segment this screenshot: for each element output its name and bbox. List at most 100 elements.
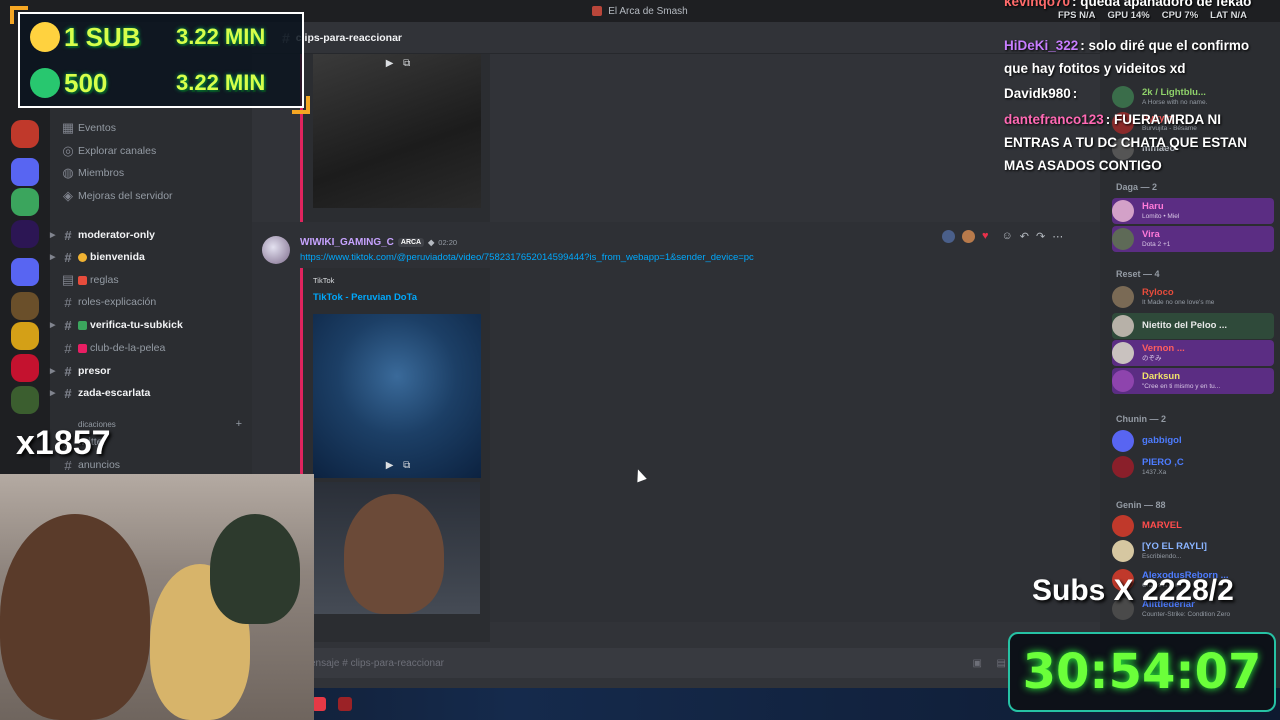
sub-time: 3.22 MIN [176, 70, 266, 95]
server-icon[interactable] [11, 120, 39, 148]
gift-icon[interactable]: ▣ [973, 658, 982, 669]
channel-item-reglas[interactable]: ▤ reglas [58, 270, 244, 290]
channel-item-presor[interactable]: ▶ # presor [50, 361, 244, 381]
channel-item-eventos[interactable]: ▦ Eventos [58, 118, 244, 138]
reaction-icon[interactable] [962, 229, 975, 243]
member-item[interactable]: Darksun "Cree en ti mismo y en tu... [1112, 368, 1274, 394]
member-item[interactable]: MARVEL [1112, 513, 1274, 539]
sub-count: 1 SUB [64, 21, 141, 52]
gaming-chair [210, 514, 300, 624]
heart-server-icon[interactable] [11, 354, 39, 382]
avatar [1112, 456, 1134, 478]
member-item[interactable]: Ryloco It Made no one love's me [1112, 284, 1274, 310]
app-icon[interactable] [338, 697, 352, 711]
avatar [1112, 430, 1134, 452]
member-item[interactable]: PIERO ,C 1437.Xa [1112, 454, 1274, 480]
channel-label: Eventos [78, 122, 116, 134]
chat-msg: : [1072, 86, 1078, 101]
add-channel-icon[interactable]: + [236, 418, 242, 430]
member-status: Counter-Strike: Condition Zero [1142, 610, 1231, 618]
server-icon[interactable] [11, 220, 39, 248]
compass-icon: ◎ [62, 143, 74, 158]
streamer-person [344, 494, 444, 614]
member-name: PIERO ,C [1142, 458, 1184, 469]
member-name: [YO EL RAYLI] [1142, 542, 1207, 553]
play-icon[interactable]: ▶ [386, 58, 394, 74]
message-author[interactable]: WIWIKI_GAMING_C ARCA ◆ 02:20 [300, 237, 457, 248]
server-logo-icon [592, 6, 603, 16]
avatar [1112, 515, 1134, 537]
play-controls[interactable]: ▶ ⧉ [381, 58, 415, 74]
server-icon[interactable] [11, 188, 39, 216]
avatar [1112, 540, 1134, 562]
play-controls[interactable]: ▶ ⧉ [381, 460, 415, 476]
reply-icon[interactable]: ↶ [1020, 230, 1029, 243]
input-placeholder: ensaje # clips-para-reaccionar [310, 657, 444, 669]
channel-item-club[interactable]: # club-de-la-pelea [58, 338, 244, 358]
channel-item-explorar[interactable]: ◎ Explorar canales [58, 141, 244, 161]
member-name: Haru [1142, 202, 1164, 213]
app-icon[interactable] [312, 697, 326, 711]
member-name: Darksun [1142, 372, 1181, 383]
member-item[interactable]: Nietito del Peloo ... [1112, 313, 1274, 339]
emoji-icon [78, 343, 87, 353]
chat-user: HiDeKi_322 [1004, 38, 1079, 53]
server-icon[interactable] [11, 258, 39, 286]
member-item[interactable]: [YO EL RAYLI] Escribiendo... [1112, 538, 1274, 564]
hash-icon: # [64, 340, 72, 356]
channel-item-miembros[interactable]: ◍ Miembros [58, 163, 244, 183]
server-icon[interactable] [11, 322, 39, 350]
embed-title[interactable]: TikTok - Peruvian DoTa [313, 292, 417, 303]
add-reaction-icon[interactable]: ☺ [1002, 230, 1013, 242]
member-name: Nietito del Peloo ... [1142, 320, 1227, 331]
more-icon[interactable]: ⋯ [1052, 230, 1063, 243]
forward-icon[interactable]: ↷ [1036, 230, 1045, 243]
server-icon[interactable] [11, 292, 39, 320]
channel-label: reglas [90, 274, 119, 286]
external-icon[interactable]: ⧉ [403, 58, 410, 74]
lat-stat: LAT N/A [1210, 10, 1247, 21]
member-status: Dota 2 +1 [1142, 240, 1171, 248]
webcam-feed-2 [314, 482, 480, 614]
video-thumbnail[interactable] [313, 314, 481, 478]
author-name[interactable]: WIWIKI_GAMING_C [300, 237, 394, 248]
member-item[interactable]: gabbigol [1112, 428, 1274, 454]
chat-area: # clips-para-reaccionar ▶⧉ WIWIKI_GAMING… [252, 22, 1100, 720]
member-status: のぞみ [1142, 354, 1162, 362]
server-icon[interactable] [11, 158, 39, 186]
hash-icon: # [64, 227, 72, 243]
calendar-icon: ▦ [61, 120, 75, 135]
message-input[interactable]: ensaje # clips-para-reaccionar ▣ ▤ [288, 648, 1088, 678]
member-item[interactable]: Haru Lomito • Miel [1112, 198, 1274, 224]
member-item[interactable]: Vira Dota 2 +1 [1112, 226, 1274, 252]
hash-icon: # [64, 294, 72, 310]
frame-corner [292, 96, 310, 114]
channel-item-verifica[interactable]: ▶ # verifica-tu-subkick [50, 315, 244, 335]
external-icon[interactable]: ⧉ [403, 460, 410, 476]
chat-line: dantefranco123: FUERA MRDA NI ENTRAS A T… [1004, 108, 1276, 177]
channel-item-mejoras[interactable]: ◈ Mejoras del servidor [58, 186, 244, 206]
channel-item-roles[interactable]: # roles-explicación [58, 292, 244, 312]
member-item[interactable]: Vernon ... のぞみ [1112, 340, 1274, 366]
check-emoji-icon [78, 320, 87, 330]
role-header: Chunin — 2 [1116, 414, 1166, 424]
play-icon[interactable]: ▶ [386, 460, 394, 476]
frame-corner [10, 6, 28, 24]
message-link[interactable]: https://www.tiktok.com/@peruviadota/vide… [300, 252, 754, 263]
server-icon[interactable] [11, 386, 39, 414]
heart-reaction-icon[interactable]: ♥ [982, 230, 989, 242]
channel-item-bienvenida[interactable]: ▶ # bienvenida [50, 247, 244, 267]
sub-timer-widget: 1 SUB 3.22 MIN 500 3.22 MIN [18, 12, 304, 108]
video-thumbnail[interactable] [313, 54, 481, 208]
chevron-right-icon: ▶ [50, 368, 56, 375]
channel-label: roles-explicación [78, 296, 157, 308]
channel-item-moderator[interactable]: ▶ # moderator-only [50, 225, 244, 245]
gif-icon[interactable]: ▤ [997, 658, 1006, 669]
avatar[interactable] [262, 236, 290, 264]
channel-item-escarlata[interactable]: ▶ # zada-escarlata [50, 383, 244, 403]
message-time: 02:20 [438, 238, 458, 247]
reaction-icon[interactable] [942, 229, 955, 243]
avatar [1112, 370, 1134, 392]
chevron-right-icon: ▶ [50, 232, 56, 239]
chevron-right-icon: ▶ [50, 390, 56, 397]
